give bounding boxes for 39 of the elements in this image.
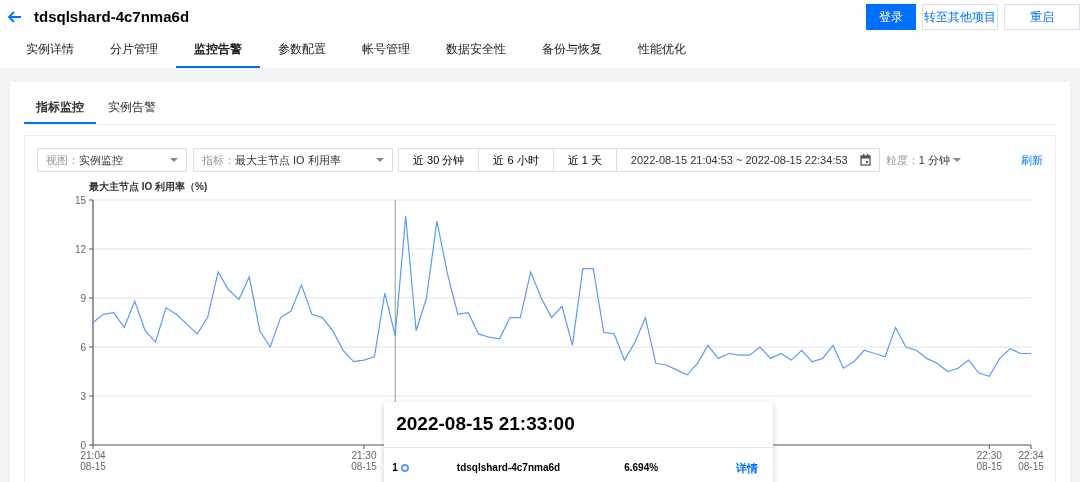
time-range-button[interactable]: 近 6 小时 xyxy=(478,148,554,172)
y-axis-label: 15 xyxy=(74,195,86,206)
nav-tab[interactable]: 数据安全性 xyxy=(428,36,524,68)
granularity-dropdown[interactable]: 粒度：1 分钟 xyxy=(885,151,961,169)
date-range-field[interactable]: 2022-08-15 21:04:53 ~ 2022-08-15 22:34:53 xyxy=(615,148,880,172)
calendar-icon xyxy=(859,154,871,166)
action-button[interactable]: 转至其他项目 xyxy=(922,4,998,30)
y-axis-label: 0 xyxy=(80,440,86,451)
instance-title: tdsqlshard-4c7nma6d xyxy=(34,6,190,27)
y-axis-label: 3 xyxy=(80,391,86,402)
metric-dropdown[interactable]: 指标：最大主节点 IO 利用率 xyxy=(193,148,393,172)
details-link[interactable]: 详情 xyxy=(736,459,759,476)
nav-tab[interactable]: 参数配置 xyxy=(260,36,344,68)
chart-title: 最大主节点 IO 利用率（%) xyxy=(89,181,208,192)
series-value: 6.694% xyxy=(624,461,659,476)
x-axis-label: 21:30 08-15 xyxy=(351,450,377,472)
y-axis-label: 9 xyxy=(80,293,86,304)
series-name: tdsqlshard-4c7nma6d xyxy=(456,461,561,476)
login-button[interactable]: 登录 xyxy=(866,4,916,30)
time-range-button[interactable]: 近 30 分钟 xyxy=(398,148,480,172)
nav-tab[interactable]: 性能优化 xyxy=(620,36,704,68)
x-axis-label: 22:30 08-15 xyxy=(976,450,1003,472)
sub-tab[interactable]: 实例告警 xyxy=(96,92,168,124)
nav-tab[interactable]: 帐号管理 xyxy=(344,36,428,68)
x-axis-label: 21:04 08-15 xyxy=(80,450,106,472)
refresh-link[interactable]: 刷新 xyxy=(1021,151,1043,169)
x-axis-label: 22:34 08-15 xyxy=(1018,450,1044,472)
row-index: 1 xyxy=(392,461,398,476)
sub-tab[interactable]: 指标监控 xyxy=(24,92,96,124)
view-dropdown[interactable]: 视图：实例监控 xyxy=(37,148,187,172)
action-button[interactable]: 重启 xyxy=(1004,4,1080,30)
y-axis-label: 12 xyxy=(74,244,86,255)
nav-tab[interactable]: 分片管理 xyxy=(92,36,176,68)
y-axis-label: 6 xyxy=(80,342,86,353)
back-arrow-icon[interactable] xyxy=(8,11,22,23)
tooltip-title: 2022-08-15 21:33:00 xyxy=(384,402,774,448)
time-range-button[interactable]: 近 1 天 xyxy=(552,148,617,172)
nav-tab[interactable]: 实例详情 xyxy=(8,36,92,68)
nav-tab[interactable]: 备份与恢复 xyxy=(524,36,620,68)
